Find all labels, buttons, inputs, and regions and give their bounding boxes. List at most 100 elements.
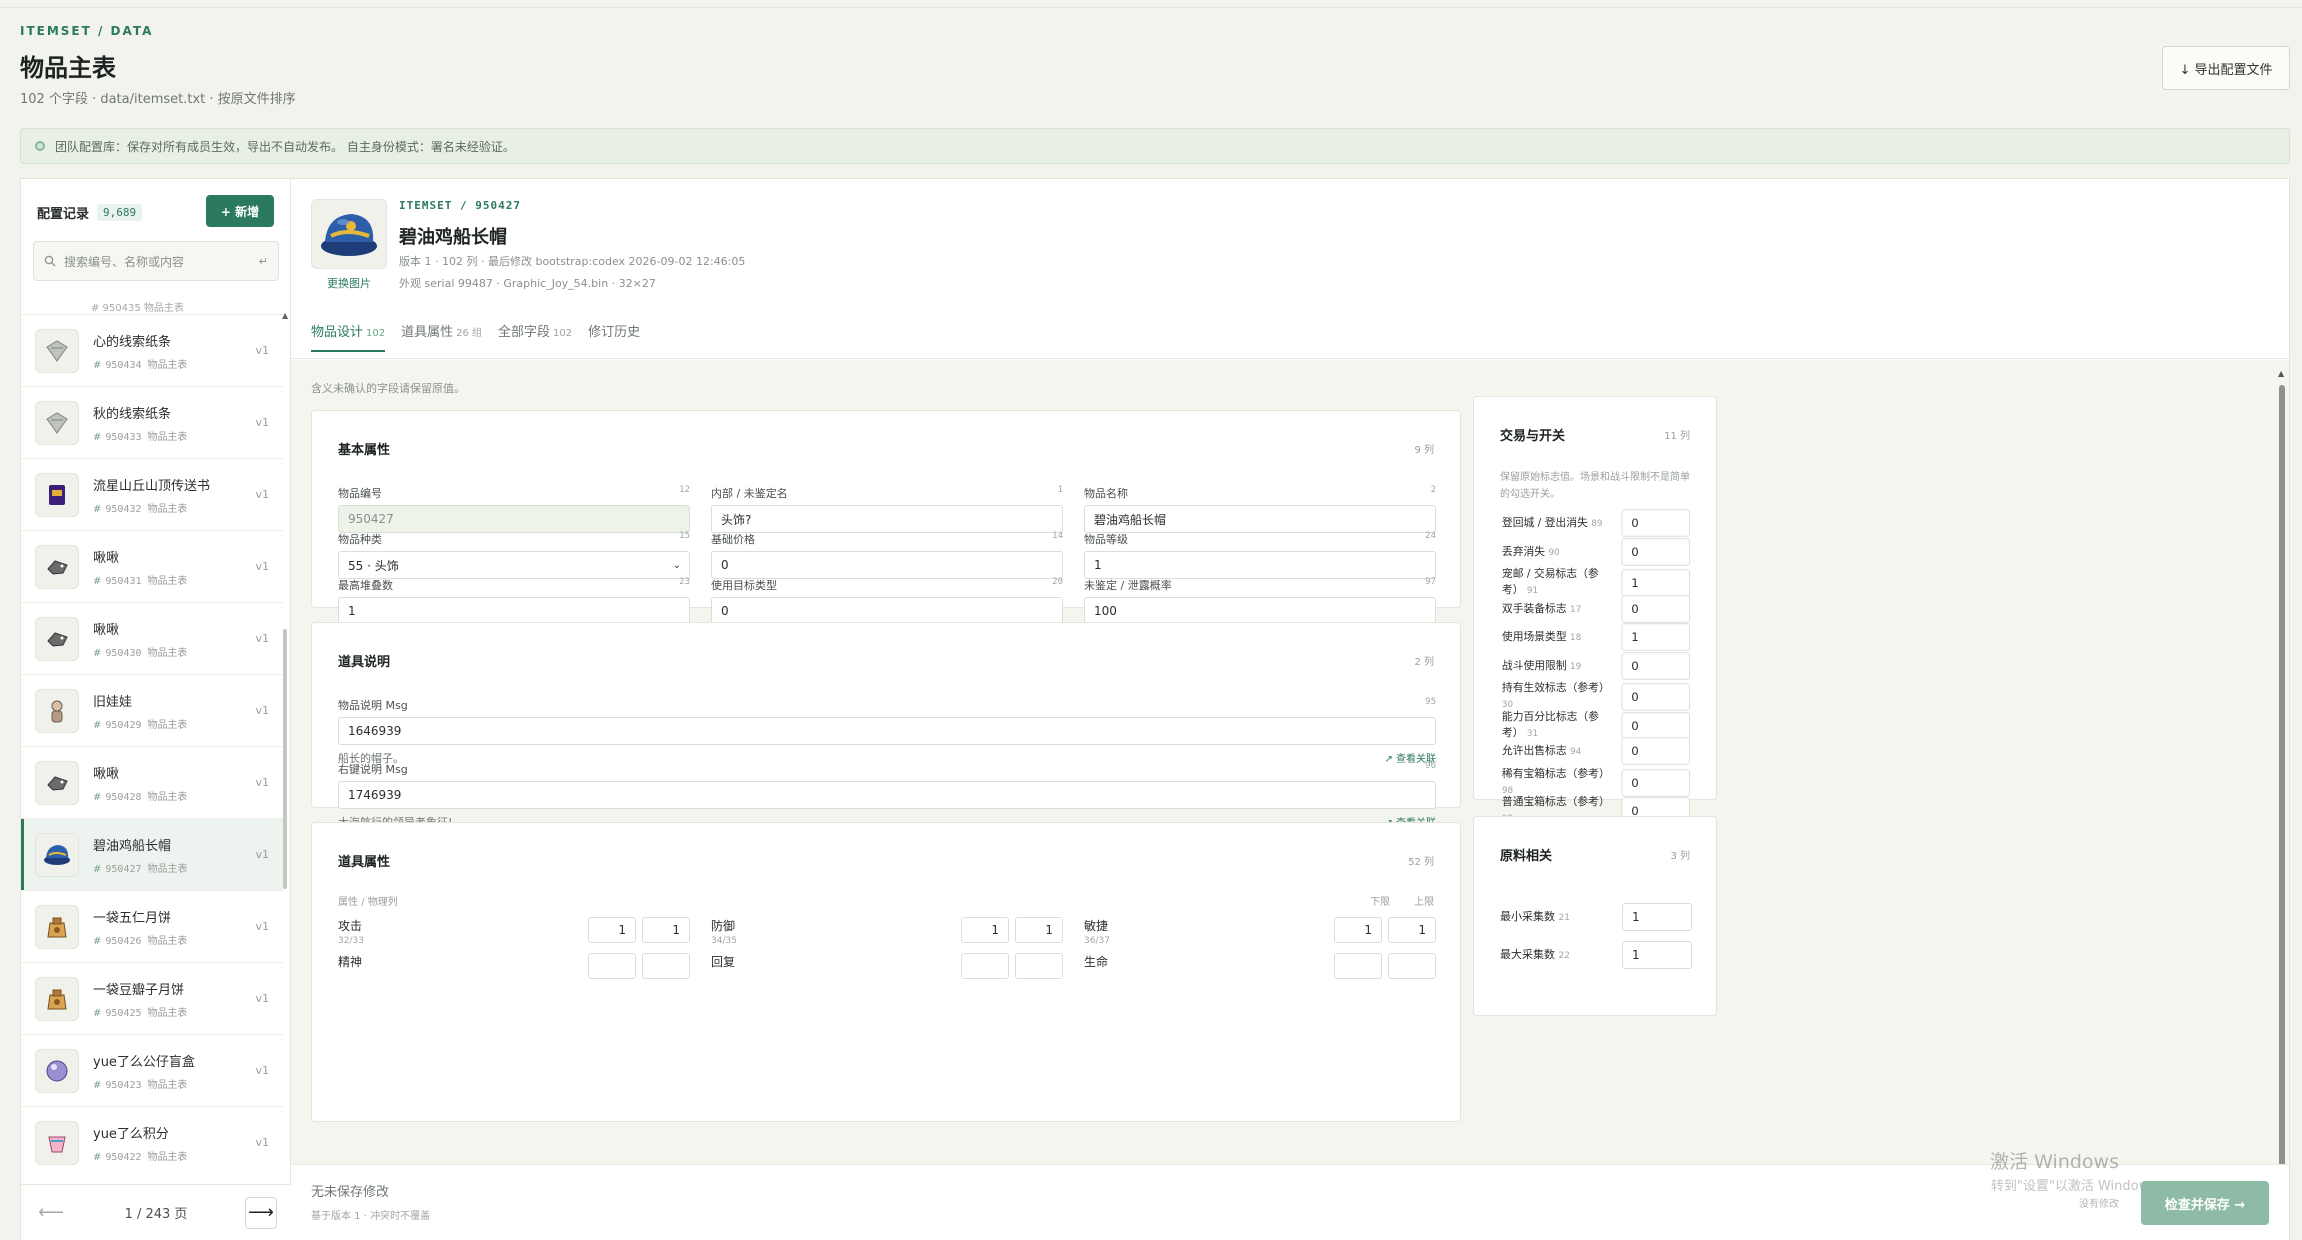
flag-input[interactable]: 1	[1621, 623, 1691, 651]
basic-field: 未鉴定 / 泄露概率 97 100	[1084, 577, 1436, 625]
list-item-meta: #950426 物品主表	[93, 932, 255, 947]
flag-input[interactable]: 0	[1621, 509, 1691, 537]
scrollbar-thumb[interactable]	[2279, 385, 2285, 1175]
next-page-button[interactable]: ⟶	[245, 1196, 277, 1229]
save-footer: 无未保存修改 基于版本 1 · 冲突时不覆盖 激活 Windows 转到"设置"…	[291, 1151, 2289, 1240]
detail-scrollbar[interactable]: ▲ ▼	[2278, 369, 2285, 1235]
field-label-text: 基础价格	[711, 533, 755, 546]
list-item[interactable]: 一袋豆瓣子月饼 #950425 物品主表 v1	[21, 963, 283, 1035]
message-id-input[interactable]: 1746939	[338, 781, 1436, 809]
attribute-name: 精神	[338, 955, 363, 969]
flag-input[interactable]: 0	[1621, 651, 1691, 680]
material-input[interactable]: 1	[1622, 941, 1692, 969]
flag-input[interactable]: 0	[1621, 594, 1691, 623]
upper-bound-input[interactable]	[642, 953, 690, 979]
flag-input[interactable]: 0	[1621, 737, 1691, 765]
field-input[interactable]: 头饰?	[711, 505, 1063, 533]
list-item[interactable]: 啾啾 #950430 物品主表 v1	[21, 603, 283, 675]
lower-bound-input[interactable]	[961, 953, 1009, 979]
upper-bound-input[interactable]	[1388, 953, 1436, 979]
record-list: # 950435 物品主表 心的线索纸条 #950434 物品主表 v1 秋的线索纸条 #…	[21, 297, 283, 1177]
flag-input[interactable]: 1	[1621, 568, 1691, 597]
upper-bound-input[interactable]: 1	[642, 917, 690, 943]
list-item-partial[interactable]: # 950435 物品主表	[21, 297, 283, 315]
field-input[interactable]: 0	[711, 597, 1063, 625]
list-item[interactable]: 旧娃娃 #950429 物品主表 v1	[21, 675, 283, 747]
sidebar-scrollbar[interactable]	[283, 629, 287, 889]
attribute-range: 11	[1334, 917, 1436, 946]
trade-note: 保留原始标志值。场景和战斗限制不是简单的勾选开关。	[1500, 472, 1690, 500]
item-attributes-card: 道具属性 52 列 属性 / 物理列 下限 上限 攻击 32/33 1 1 防御 34/35…	[311, 822, 1461, 1122]
list-item-text: 一袋豆瓣子月饼 #950425 物品主表	[93, 979, 255, 1019]
list-item[interactable]: 秋的线索纸条 #950433 物品主表 v1	[21, 387, 283, 459]
detail-body: 含义未确认的字段请保留原值。 基本属性 9 列 物品编号 12 950427 内部 /…	[291, 360, 2289, 1164]
field-label-text: 物品种类	[338, 533, 382, 546]
list-item[interactable]: yue了么积分 #950422 物品主表 v1	[21, 1107, 283, 1177]
prev-page-button[interactable]: ⟵	[35, 1197, 67, 1229]
bird-icon	[35, 760, 79, 805]
attribute-row: 生命	[1084, 953, 1436, 979]
lower-bound-input[interactable]: 1	[961, 917, 1009, 943]
list-item[interactable]: 流星山丘山顶传送书 #950432 物品主表 v1	[21, 459, 283, 531]
flag-input[interactable]: 0	[1621, 711, 1691, 739]
hash-icon: #	[93, 1007, 102, 1019]
tab-item-attributes[interactable]: 道具属性 26 组	[401, 321, 482, 350]
material-input[interactable]: 1	[1622, 903, 1692, 931]
tab-item-design[interactable]: 物品设计 102	[311, 321, 386, 352]
item-type-select[interactable]: 55 · 头饰 ⌄	[338, 551, 690, 579]
tab-all-fields[interactable]: 全部字段 102	[498, 321, 572, 350]
flag-input[interactable]: 0	[1621, 537, 1691, 566]
bag-icon	[35, 904, 79, 949]
trade-flag-row: 双手装备标志 17 0	[1502, 594, 1691, 623]
list-item[interactable]: 啾啾 #950428 物品主表 v1	[21, 747, 283, 819]
scroll-up-arrow-icon[interactable]: ▲	[2278, 369, 2284, 378]
record-detail: 更换图片 ITEMSET / 950427 碧油鸡船长帽 版本 1 · 102 …	[291, 179, 2289, 1240]
list-item-table: 物品主表	[147, 935, 188, 947]
field-input[interactable]: 0	[711, 551, 1063, 579]
flag-label: 稀有宝箱标志（参考） 98	[1502, 766, 1620, 798]
flag-name: 丢弃消失	[1501, 544, 1546, 557]
basic-properties-card: 基本属性 9 列 物品编号 12 950427 内部 / 未鉴定名 1 头饰? 物品名称 2 碧…	[311, 410, 1461, 625]
list-item[interactable]: 一袋五仁月饼 #950426 物品主表 v1	[21, 891, 283, 963]
check-and-save-button[interactable]: 检查并保存 →	[2141, 1181, 2269, 1225]
list-item[interactable]: 啾啾 #950431 物品主表 v1	[21, 531, 283, 603]
list-item[interactable]: 心的线索纸条 #950434 物品主表 v1	[21, 315, 283, 387]
list-item-name: yue了么积分	[93, 1126, 169, 1142]
list-item-version: v1	[255, 848, 269, 861]
change-image-link[interactable]: 更换图片	[313, 275, 385, 291]
field-input[interactable]: 1	[338, 597, 690, 625]
list-item-text: 啾啾 #950430 物品主表	[93, 619, 255, 659]
breadcrumb: ITEMSET / DATA	[20, 24, 154, 38]
lower-bound-input[interactable]	[1334, 953, 1382, 979]
tab-revision-history[interactable]: 修订历史	[588, 321, 640, 350]
list-item-table: 物品主表	[147, 1079, 188, 1091]
upper-bound-input[interactable]: 1	[1015, 917, 1063, 943]
detail-version-meta: 版本 1 · 102 列 · 最后修改 bootstrap:codex 2026…	[399, 255, 746, 268]
attributes-column-label: 属性 / 物理列	[338, 897, 398, 908]
upper-bound-input[interactable]	[1015, 953, 1063, 979]
material-name: 最大采集数	[1500, 947, 1555, 961]
field-input[interactable]: 100	[1084, 597, 1436, 625]
upper-bound-input[interactable]: 1	[1388, 917, 1436, 943]
search-input[interactable]: 搜索编号、名称或内容 ↵	[33, 241, 279, 281]
lower-bound-input[interactable]: 1	[588, 917, 636, 943]
field-value: 1	[1094, 558, 1102, 572]
flag-input[interactable]: 0	[1621, 768, 1691, 796]
trade-flag-row: 使用场景类型 18 1	[1502, 623, 1691, 651]
field-input[interactable]: 碧油鸡船长帽	[1084, 505, 1436, 533]
lower-bound-input[interactable]	[588, 953, 636, 979]
message-id-input[interactable]: 1646939	[338, 717, 1436, 745]
new-record-button[interactable]: + 新增	[206, 195, 274, 227]
flag-name: 允许出售标志	[1501, 743, 1567, 757]
flag-input[interactable]: 0	[1621, 682, 1691, 711]
export-config-button[interactable]: ↓ 导出配置文件	[2162, 46, 2290, 90]
list-item[interactable]: 碧油鸡船长帽 #950427 物品主表 v1	[21, 819, 283, 891]
card-count: 2 列	[1414, 657, 1434, 668]
flag-column-number: 17	[1570, 604, 1582, 614]
list-item[interactable]: yue了么公仔盲盒 #950423 物品主表 v1	[21, 1035, 283, 1107]
hash-icon: #	[93, 575, 102, 587]
lower-bound-input[interactable]: 1	[1334, 917, 1382, 943]
field-label-text: 使用目标类型	[711, 579, 777, 592]
item-image[interactable]	[311, 199, 387, 269]
field-input[interactable]: 1	[1084, 551, 1436, 579]
